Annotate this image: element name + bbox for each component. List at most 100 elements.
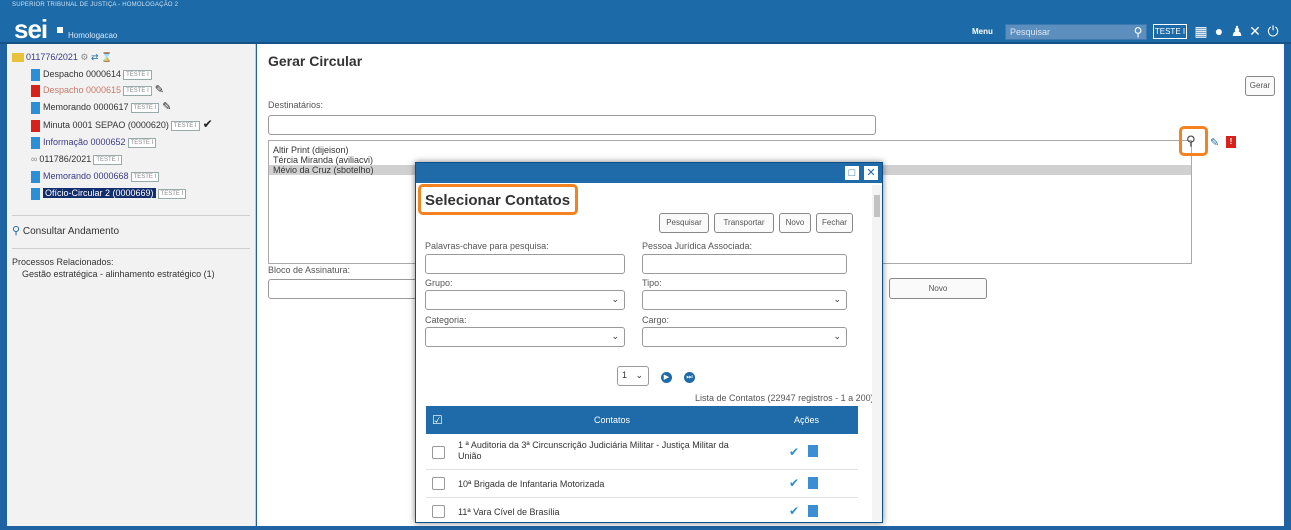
gear-icon[interactable]: ⚙ xyxy=(80,52,88,62)
modal-scrollbar[interactable] xyxy=(872,185,882,521)
divider xyxy=(12,215,250,216)
chevron-down-icon: ⌄ xyxy=(833,294,841,304)
transportar-button[interactable]: Transportar xyxy=(714,213,774,233)
list-item[interactable]: Altir Print (dijeison) xyxy=(269,145,1191,155)
tree-process-root[interactable]: 011776/2021 ⚙ ⇄ ⌛ xyxy=(12,49,112,65)
transfer-icon[interactable]: ⇄ xyxy=(91,52,99,62)
document-icon xyxy=(31,101,40,114)
view-details-icon[interactable] xyxy=(808,505,818,517)
row-checkbox[interactable] xyxy=(432,477,445,490)
folder-icon xyxy=(12,53,24,63)
tree-item-label[interactable]: Despacho 0000614 xyxy=(43,69,121,79)
last-page-icon[interactable]: ⏭ xyxy=(684,370,695,383)
user-icon[interactable]: ♟ xyxy=(1229,23,1245,39)
maximize-icon[interactable]: □ xyxy=(845,166,859,180)
grupo-select[interactable]: ⌄ xyxy=(425,290,625,310)
edit-icon[interactable]: ✎ xyxy=(1210,136,1219,149)
row-checkbox[interactable] xyxy=(432,505,445,518)
grid-icon[interactable]: ▦ xyxy=(1193,23,1209,39)
tree-item-label[interactable]: Informação 0000652 xyxy=(43,137,126,147)
pesquisar-button[interactable]: Pesquisar xyxy=(659,213,709,233)
contact-name: 10ª Brigada de Infantaria Motorizada xyxy=(458,479,605,489)
tree-item-label[interactable]: 011786/2021 xyxy=(39,154,91,164)
contacts-table-header: ☑ Contatos Ações xyxy=(426,406,858,434)
pen-icon[interactable]: ✎ xyxy=(155,84,164,96)
tree-item[interactable]: Informação 0000652 TESTE I xyxy=(31,134,157,150)
novo-button[interactable]: Novo xyxy=(779,213,811,233)
cancelled-document-icon xyxy=(31,84,40,97)
tree-item-label[interactable]: Despacho 0000615 xyxy=(43,85,121,95)
tree-item-label[interactable]: Ofício-Circular 2 (0000669) xyxy=(43,188,156,198)
view-details-icon[interactable] xyxy=(808,445,818,457)
cargo-select[interactable]: ⌄ xyxy=(642,327,847,347)
contact-name-cont: União xyxy=(458,451,482,461)
divider xyxy=(12,248,250,249)
unit-badge: TESTE I xyxy=(93,154,122,165)
tree-item[interactable]: Memorando 0000668 TESTE I xyxy=(31,168,160,184)
hourglass-icon[interactable]: ⌛ xyxy=(101,52,112,62)
search-icon: ⚲ xyxy=(12,225,21,237)
choose-icon[interactable]: ✔ xyxy=(789,445,799,459)
search-input[interactable]: Pesquisar xyxy=(1005,24,1147,40)
tools-icon[interactable]: ✕ xyxy=(1247,23,1263,39)
consultar-andamento-link[interactable]: ⚲ Consultar Andamento xyxy=(12,223,119,239)
table-row[interactable]: 10ª Brigada de Infantaria Motorizada ✔ xyxy=(426,470,858,498)
table-row[interactable]: 1 ª Auditoria da 3ª Circunscrição Judici… xyxy=(426,434,858,470)
destinatarios-input[interactable] xyxy=(268,115,876,135)
sei-logo[interactable]: sei xyxy=(14,14,48,45)
fechar-button[interactable]: Fechar xyxy=(816,213,853,233)
tree-item[interactable]: Despacho 0000615 TESTE I ✎ xyxy=(31,82,164,98)
top-header: SUPERIOR TRIBUNAL DE JUSTIÇA - HOMOLOGAÇ… xyxy=(0,0,1291,44)
modal-title: Selecionar Contatos xyxy=(425,192,571,209)
document-icon xyxy=(31,187,40,200)
unit-badge: TESTE I xyxy=(130,171,160,182)
choose-icon[interactable]: ✔ xyxy=(789,476,799,490)
pessoa-input[interactable] xyxy=(642,254,847,274)
process-number[interactable]: 011776/2021 xyxy=(26,52,78,62)
tree-item-label[interactable]: Memorando 0000617 xyxy=(43,102,129,112)
unit-badge: TESTE I xyxy=(123,85,152,96)
unit-badge[interactable]: TESTE I xyxy=(1153,24,1187,39)
page-title: Gerar Circular xyxy=(268,53,363,69)
col-contatos: Contatos xyxy=(594,415,631,425)
tree-item-selected[interactable]: Ofício-Circular 2 (0000669) TESTE I xyxy=(31,185,187,201)
power-icon[interactable]: ⏻ xyxy=(1265,23,1281,39)
categoria-select[interactable]: ⌄ xyxy=(425,327,625,347)
signed-icon[interactable]: ✔ xyxy=(203,117,213,131)
remove-icon[interactable]: ! xyxy=(1226,136,1236,148)
bloco-novo-button[interactable]: Novo xyxy=(889,278,987,299)
tipo-select[interactable]: ⌄ xyxy=(642,290,847,310)
tree-item[interactable]: ∞ 011786/2021 TESTE I xyxy=(31,151,122,167)
tree-item[interactable]: Despacho 0000614 TESTE I xyxy=(31,66,152,82)
next-page-icon[interactable]: ▶ xyxy=(661,370,672,383)
info-icon[interactable]: ● xyxy=(1211,23,1227,39)
pessoa-label: Pessoa Jurídica Associada: xyxy=(642,241,753,251)
pen-icon[interactable]: ✎ xyxy=(162,101,171,113)
view-details-icon[interactable] xyxy=(808,477,818,489)
gerar-button[interactable]: Gerar xyxy=(1245,76,1275,96)
page-select[interactable]: 1 ⌄ xyxy=(617,366,649,386)
search-icon[interactable]: ⚲ xyxy=(1130,24,1146,40)
palavras-input[interactable] xyxy=(425,254,625,274)
unit-badge: TESTE I xyxy=(127,137,157,148)
destinatarios-label: Destinatários: xyxy=(268,100,324,110)
tree-item[interactable]: Minuta 0001 SEPAO (0000620) TESTE I ✔ xyxy=(31,116,213,132)
tree-item[interactable]: Memorando 0000617 TESTE I ✎ xyxy=(31,99,171,115)
row-checkbox[interactable] xyxy=(432,446,445,459)
bloco-select[interactable] xyxy=(268,279,418,299)
consultar-label[interactable]: Consultar Andamento xyxy=(23,226,119,237)
tree-item-label[interactable]: Memorando 0000668 xyxy=(43,171,129,181)
chevron-down-icon: ⌄ xyxy=(611,294,619,304)
scrollbar-thumb[interactable] xyxy=(874,195,880,217)
menu-button[interactable]: Menu xyxy=(972,27,993,36)
choose-icon[interactable]: ✔ xyxy=(789,504,799,518)
search-contacts-icon[interactable]: ⚲ xyxy=(1186,133,1196,149)
related-process-link[interactable]: Gestão estratégica - alinhamento estraté… xyxy=(22,266,215,282)
document-icon xyxy=(31,170,40,183)
col-acoes: Ações xyxy=(794,415,820,425)
tree-item-label[interactable]: Minuta 0001 SEPAO (0000620) xyxy=(43,120,169,130)
select-all-checkbox[interactable]: ☑ xyxy=(432,413,443,427)
close-icon[interactable]: ✕ xyxy=(864,166,878,180)
pdf-icon xyxy=(31,119,40,132)
table-row[interactable]: 11ª Vara Cível de Brasília ✔ xyxy=(426,498,858,522)
